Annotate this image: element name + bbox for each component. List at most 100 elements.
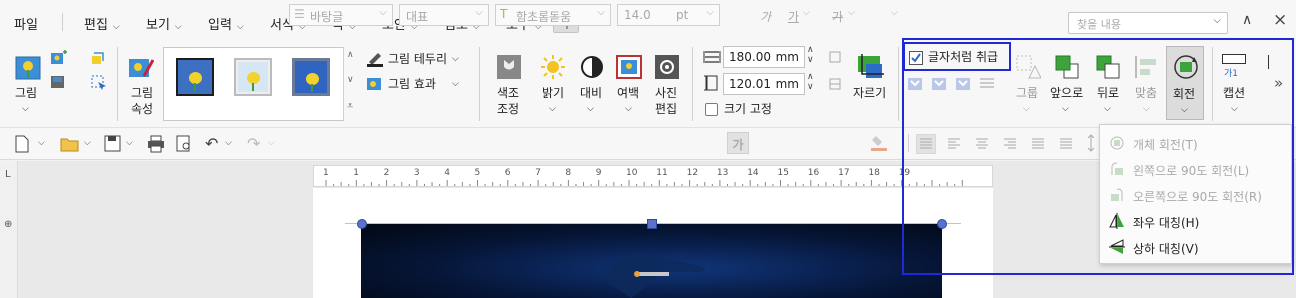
chevron-down-icon[interactable]: ⌵ (891, 8, 898, 18)
picture-style-2[interactable] (234, 58, 272, 96)
horizontal-ruler[interactable]: 1 1 2 3 4 5 6 7 8 9 10 11 12 13 14 15 16 17 18 19 (313, 165, 993, 187)
chevron-down-icon[interactable]: ⌵ (225, 138, 232, 148)
select-object-icon[interactable] (90, 74, 108, 90)
undo-icon[interactable]: ↶ (205, 134, 218, 153)
fixed-size-checkbox[interactable] (705, 103, 718, 116)
crop-icon (858, 54, 884, 78)
chevron-down-icon[interactable]: ⌵ (38, 138, 45, 148)
chevron-down-icon: ⌵ (625, 104, 632, 114)
ruler-number: 17 (838, 168, 850, 178)
color-adjust-button[interactable]: 색조 조정 (490, 50, 530, 120)
open-folder-icon[interactable] (60, 135, 80, 153)
selected-picture[interactable] (361, 224, 942, 298)
resize-handle-top[interactable] (647, 219, 657, 229)
font-value: 함초롬돋움 (516, 10, 572, 24)
font-size-input[interactable]: 14.0 pt ⌵ (617, 4, 720, 26)
ruler-number: 9 (595, 168, 602, 178)
search-input[interactable]: 찾을 내용 ⌵ (1068, 12, 1228, 34)
ruler-marker-icon: ⊕ (4, 219, 13, 230)
chevron-down-icon: ⌵ (452, 54, 459, 64)
picture-button[interactable]: 그림 ⌵ (10, 50, 46, 120)
chevron-down-icon: ⌵ (236, 22, 244, 32)
menu-file[interactable]: 파일 (14, 14, 38, 33)
photo-edit-button[interactable]: 사진 편집 (650, 50, 684, 120)
bold-button[interactable]: 가 (727, 132, 749, 154)
menu-edit[interactable]: 편집 ⌵ (84, 14, 120, 33)
picture-border-button[interactable]: 그림 테두리 ⌵ (366, 50, 470, 70)
chevron-up-icon[interactable]: ∧ (347, 50, 354, 60)
ruler-number: 14 (747, 168, 759, 178)
picture-style-gallery (163, 47, 359, 121)
contrast-button[interactable]: 대비 ⌵ (574, 50, 608, 120)
style-select[interactable]: ☰ 바탕글 ⌵ (289, 4, 393, 26)
picture-effect-button[interactable]: 그림 효과 ⌵ (366, 75, 470, 95)
color-adjust-label-1: 색조 (497, 86, 520, 100)
ruler-corner[interactable]: L (5, 169, 11, 180)
language-value: 대표 (406, 10, 429, 24)
chevron-down-icon[interactable]: ⌵ (84, 138, 91, 148)
ruler-number: 6 (504, 168, 511, 178)
picture-properties-icon (129, 59, 154, 77)
chevron-down-icon[interactable]: ⌵ (803, 8, 810, 18)
chevron-down-icon: ⌵ (549, 104, 556, 114)
strikethrough-button[interactable]: 가 (832, 8, 843, 25)
ruler-number: 1 (323, 168, 329, 178)
ruler-number: 7 (535, 168, 541, 178)
height-unit: mm (775, 77, 799, 91)
replace-picture-icon[interactable] (90, 50, 108, 66)
print-icon[interactable] (147, 135, 165, 153)
height-input[interactable]: 120.01 mm (723, 73, 805, 95)
contrast-icon (581, 56, 603, 78)
picture-style-3[interactable] (292, 58, 330, 96)
size-option-icon-2[interactable] (828, 77, 842, 91)
ruler-number: 4 (444, 168, 450, 178)
margin-button[interactable]: 여백 ⌵ (612, 50, 646, 120)
redo-icon[interactable]: ↷ (247, 134, 260, 153)
font-select[interactable]: T 함초롬돋움 ⌵ (495, 4, 611, 26)
highlight-box-arrange-group (902, 38, 1294, 275)
width-input[interactable]: 180.00 mm (723, 46, 805, 68)
height-value: 120.01 (729, 77, 771, 91)
gallery-expand-icon[interactable]: ⩡ (347, 99, 353, 113)
brightness-label: 밝기 (542, 86, 565, 100)
ruler-number: 8 (565, 168, 572, 178)
brightness-button[interactable]: 밝기 ⌵ (535, 50, 571, 120)
chevron-down-icon[interactable]: ⌵ (848, 8, 855, 18)
crop-button[interactable]: 자르기 (850, 50, 890, 110)
language-select[interactable]: 대표 ⌵ (399, 4, 489, 26)
photo-edit-icon (655, 55, 679, 79)
collapse-ribbon-button[interactable]: ∧ (1242, 12, 1252, 28)
close-button[interactable]: × (1273, 10, 1287, 30)
height-spinner[interactable]: ∧ ∨ (807, 72, 814, 92)
save-picture-icon[interactable] (50, 74, 68, 90)
gallery-scrollbar[interactable]: ∧ ∨ ⩡ (343, 47, 359, 121)
print-preview-icon[interactable] (175, 135, 193, 153)
chevron-down-icon[interactable]: ∨ (347, 75, 354, 85)
chevron-down-icon: ⌵ (1213, 15, 1221, 26)
picture-properties-button[interactable]: 그림 속성 (122, 50, 162, 120)
width-spinner[interactable]: ∧ ∨ (807, 45, 814, 65)
italic-button[interactable]: 가 (760, 8, 771, 25)
vertical-ruler[interactable]: L ⊕ (0, 161, 18, 298)
menu-view[interactable]: 보기 ⌵ (146, 14, 182, 33)
picture-style-1[interactable] (176, 58, 214, 96)
ruler-number: 12 (686, 168, 699, 178)
underline-button[interactable]: 가 (788, 8, 799, 25)
size-option-icon-1[interactable] (828, 50, 842, 64)
margin-icon (616, 55, 642, 79)
menu-insert[interactable]: 입력 ⌵ (208, 14, 244, 33)
picture-properties-label-2: 속성 (131, 102, 154, 116)
new-document-icon[interactable] (14, 135, 30, 153)
chevron-down-icon: ⌵ (587, 104, 594, 114)
ruler-number: 3 (413, 168, 420, 178)
insert-picture-icon[interactable] (50, 50, 68, 66)
chevron-down-icon[interactable]: ⌵ (126, 138, 133, 148)
menu-insert-label: 입력 (208, 18, 232, 33)
chevron-down-icon[interactable]: ⌵ (268, 138, 275, 148)
crop-label: 자르기 (853, 86, 887, 100)
style-icon: ☰ (294, 7, 305, 21)
ribbon-separator (898, 47, 899, 121)
save-icon[interactable] (104, 135, 122, 153)
text-color-icon[interactable] (870, 134, 888, 152)
resize-handle-top-left[interactable] (357, 219, 367, 229)
